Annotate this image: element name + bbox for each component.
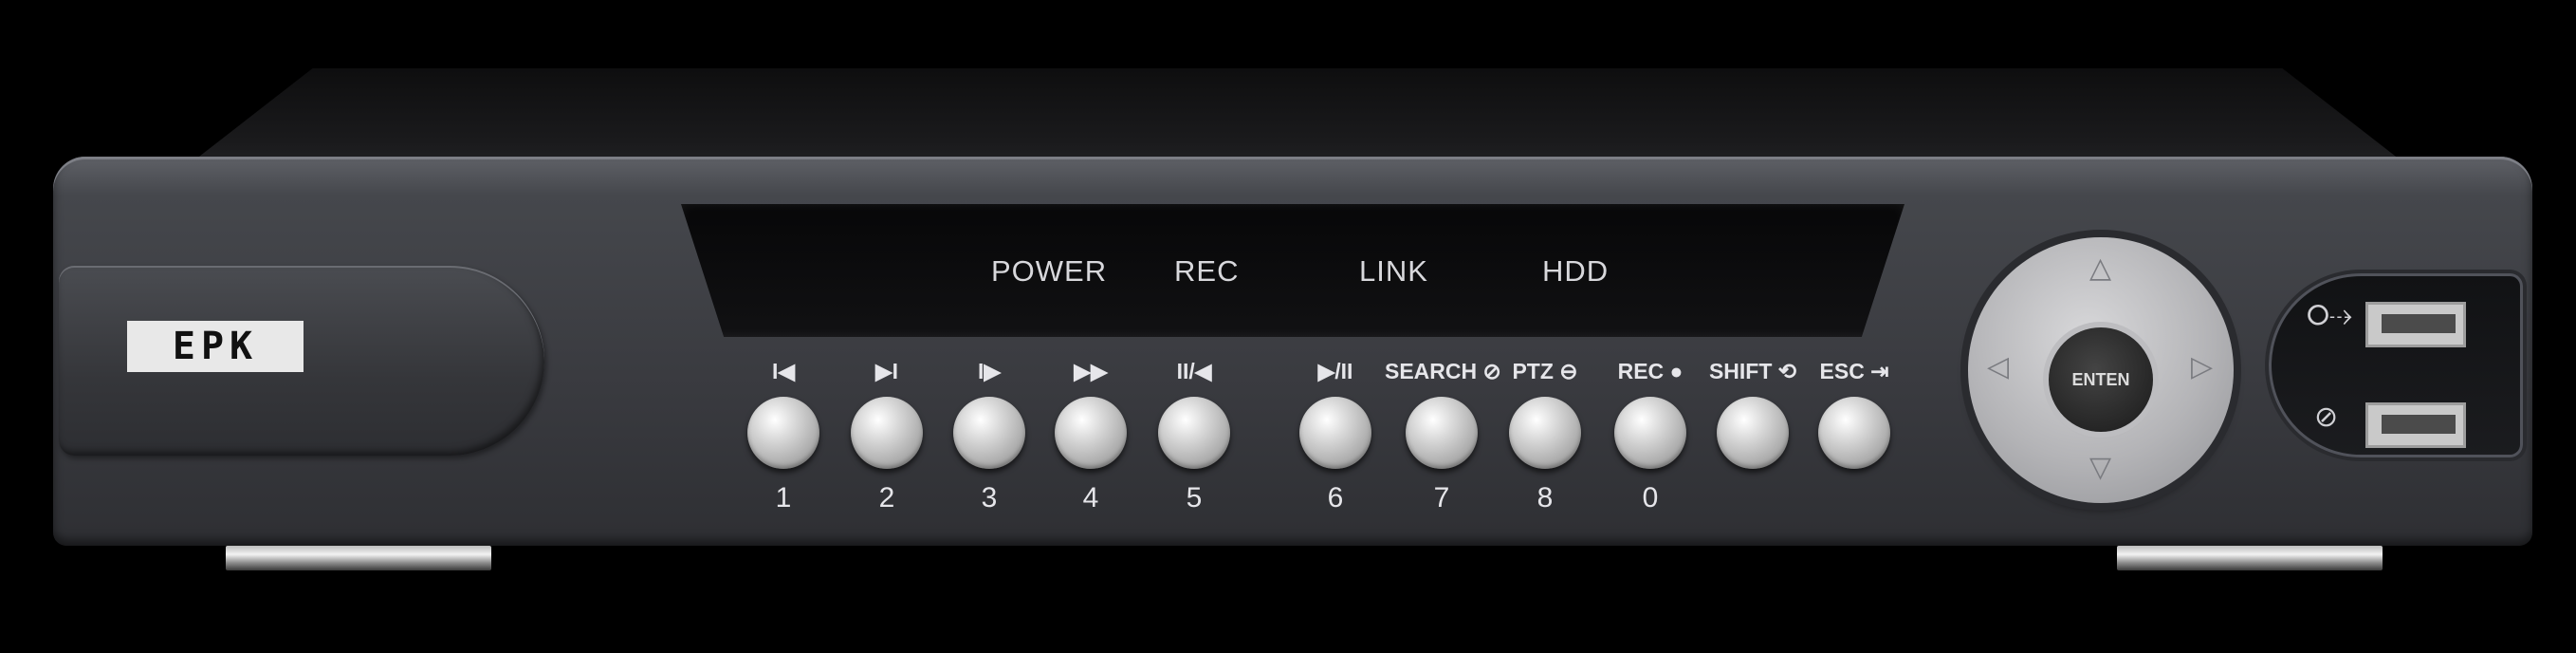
button-number-6: 6	[1327, 482, 1344, 513]
prev-chapter-label: I◀	[771, 359, 796, 383]
button-number-0: 0	[1642, 482, 1659, 513]
indicator-link: LINK	[1359, 254, 1428, 288]
next-chapter-button[interactable]	[851, 397, 923, 469]
pause-reverse-button[interactable]	[1158, 397, 1230, 469]
button-number-5: 5	[1186, 482, 1203, 513]
button-number-3: 3	[981, 482, 998, 513]
ptz-label: PTZ ⊖	[1512, 359, 1578, 383]
usb-port-bottom[interactable]	[2365, 402, 2466, 448]
left-foot	[226, 546, 491, 570]
enter-button[interactable]: ENTEN	[2049, 327, 2153, 432]
play-pause-button[interactable]	[1299, 397, 1371, 469]
slow-play-label: I▶	[977, 359, 1002, 383]
usb-icon: ⭘⇢	[2307, 300, 2352, 331]
brand-logo: EPK	[127, 321, 304, 372]
button-number-7: 7	[1433, 482, 1450, 513]
right-arrow-icon[interactable]: ▷	[2191, 353, 2213, 382]
ptz-button[interactable]	[1509, 397, 1581, 469]
prev-chapter-button[interactable]	[747, 397, 819, 469]
button-number-1: 1	[775, 482, 792, 513]
next-chapter-label: ▶I	[874, 359, 899, 383]
esc-label: ESC ⇥	[1819, 359, 1889, 383]
rec-button[interactable]	[1614, 397, 1686, 469]
search-label: SEARCH ⊘	[1385, 359, 1501, 383]
fast-forward-label: ▶▶	[1074, 359, 1108, 383]
fast-forward-button[interactable]	[1055, 397, 1127, 469]
shift-label: SHIFT ⟲	[1708, 359, 1797, 383]
down-arrow-icon[interactable]: ▽	[2089, 454, 2111, 482]
mouse-icon: ⊘	[2314, 401, 2339, 433]
indicator-power: POWER	[991, 254, 1108, 288]
slow-play-button[interactable]	[953, 397, 1025, 469]
indicator-hdd: HDD	[1542, 254, 1610, 288]
usb-port-top[interactable]	[2365, 302, 2466, 347]
esc-button[interactable]	[1818, 397, 1890, 469]
play-pause-label: ▶/II	[1317, 359, 1353, 383]
shift-button[interactable]	[1717, 397, 1789, 469]
pause-reverse-label: II/◀	[1176, 359, 1212, 383]
dvr-device: EPK POWER REC LINK HDD I◀ 1 ▶I 2 I▶ 3 ▶▶…	[0, 0, 2576, 653]
button-number-8: 8	[1536, 482, 1554, 513]
rec-label: REC ●	[1617, 359, 1684, 383]
indicator-rec: REC	[1174, 254, 1240, 288]
left-arrow-icon[interactable]: ◁	[1987, 353, 2009, 382]
status-display	[681, 204, 1904, 337]
up-arrow-icon[interactable]: △	[2089, 254, 2111, 283]
search-button[interactable]	[1406, 397, 1478, 469]
right-foot	[2117, 546, 2383, 570]
button-number-4: 4	[1082, 482, 1099, 513]
button-number-2: 2	[878, 482, 895, 513]
